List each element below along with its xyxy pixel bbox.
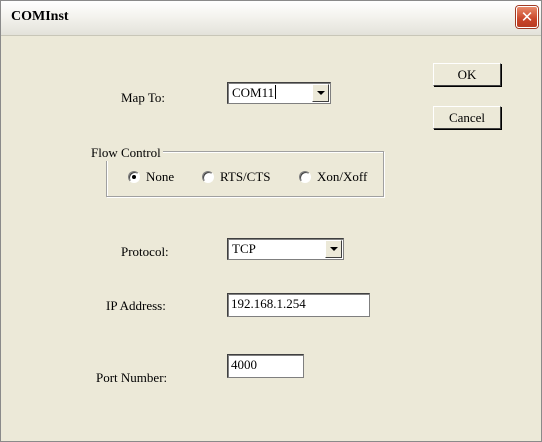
- map-to-select[interactable]: COM11: [227, 82, 331, 104]
- radio-xon-xoff-label: Xon/Xoff: [317, 169, 368, 184]
- window-title: COMInst: [11, 9, 69, 24]
- port-number-input[interactable]: 4000: [227, 354, 304, 378]
- radio-dot-icon: [132, 175, 136, 179]
- map-to-label: Map To:: [121, 90, 165, 105]
- title-bar[interactable]: COMInst ✕: [1, 1, 541, 36]
- flow-control-title: Flow Control: [89, 145, 163, 161]
- protocol-value: TCP: [232, 241, 256, 256]
- dialog-body: OK Cancel Map To: COM11 Flow Control Non…: [1, 36, 541, 441]
- protocol-dropdown-button[interactable]: [325, 240, 342, 258]
- text-caret: [275, 85, 277, 99]
- radio-rts-cts-label: RTS/CTS: [220, 169, 271, 184]
- protocol-select[interactable]: TCP: [227, 238, 344, 260]
- ok-button[interactable]: OK: [433, 63, 501, 86]
- close-button[interactable]: ✕: [516, 6, 538, 28]
- radio-none-label: None: [146, 169, 175, 184]
- protocol-label: Protocol:: [121, 244, 169, 259]
- radio-xon-xoff[interactable]: Xon/Xoff: [299, 169, 367, 185]
- port-number-label: Port Number:: [96, 370, 168, 385]
- map-to-value: COM11: [232, 85, 275, 100]
- radio-rts-cts[interactable]: RTS/CTS: [202, 169, 271, 185]
- radio-button-icon: [128, 171, 140, 183]
- chevron-down-icon: [329, 247, 338, 251]
- radio-button-icon: [299, 171, 311, 183]
- radio-none[interactable]: None: [128, 169, 174, 185]
- ip-address-label: IP Address:: [106, 298, 166, 313]
- dialog-window: COMInst ✕ OK Cancel Map To: COM11 Flow C…: [0, 0, 542, 442]
- cancel-button[interactable]: Cancel: [433, 106, 501, 129]
- close-icon: ✕: [520, 7, 534, 26]
- chevron-down-icon: [316, 91, 325, 95]
- map-to-dropdown-button[interactable]: [312, 84, 329, 102]
- radio-button-icon: [202, 171, 214, 183]
- ip-address-input[interactable]: 192.168.1.254: [227, 293, 370, 317]
